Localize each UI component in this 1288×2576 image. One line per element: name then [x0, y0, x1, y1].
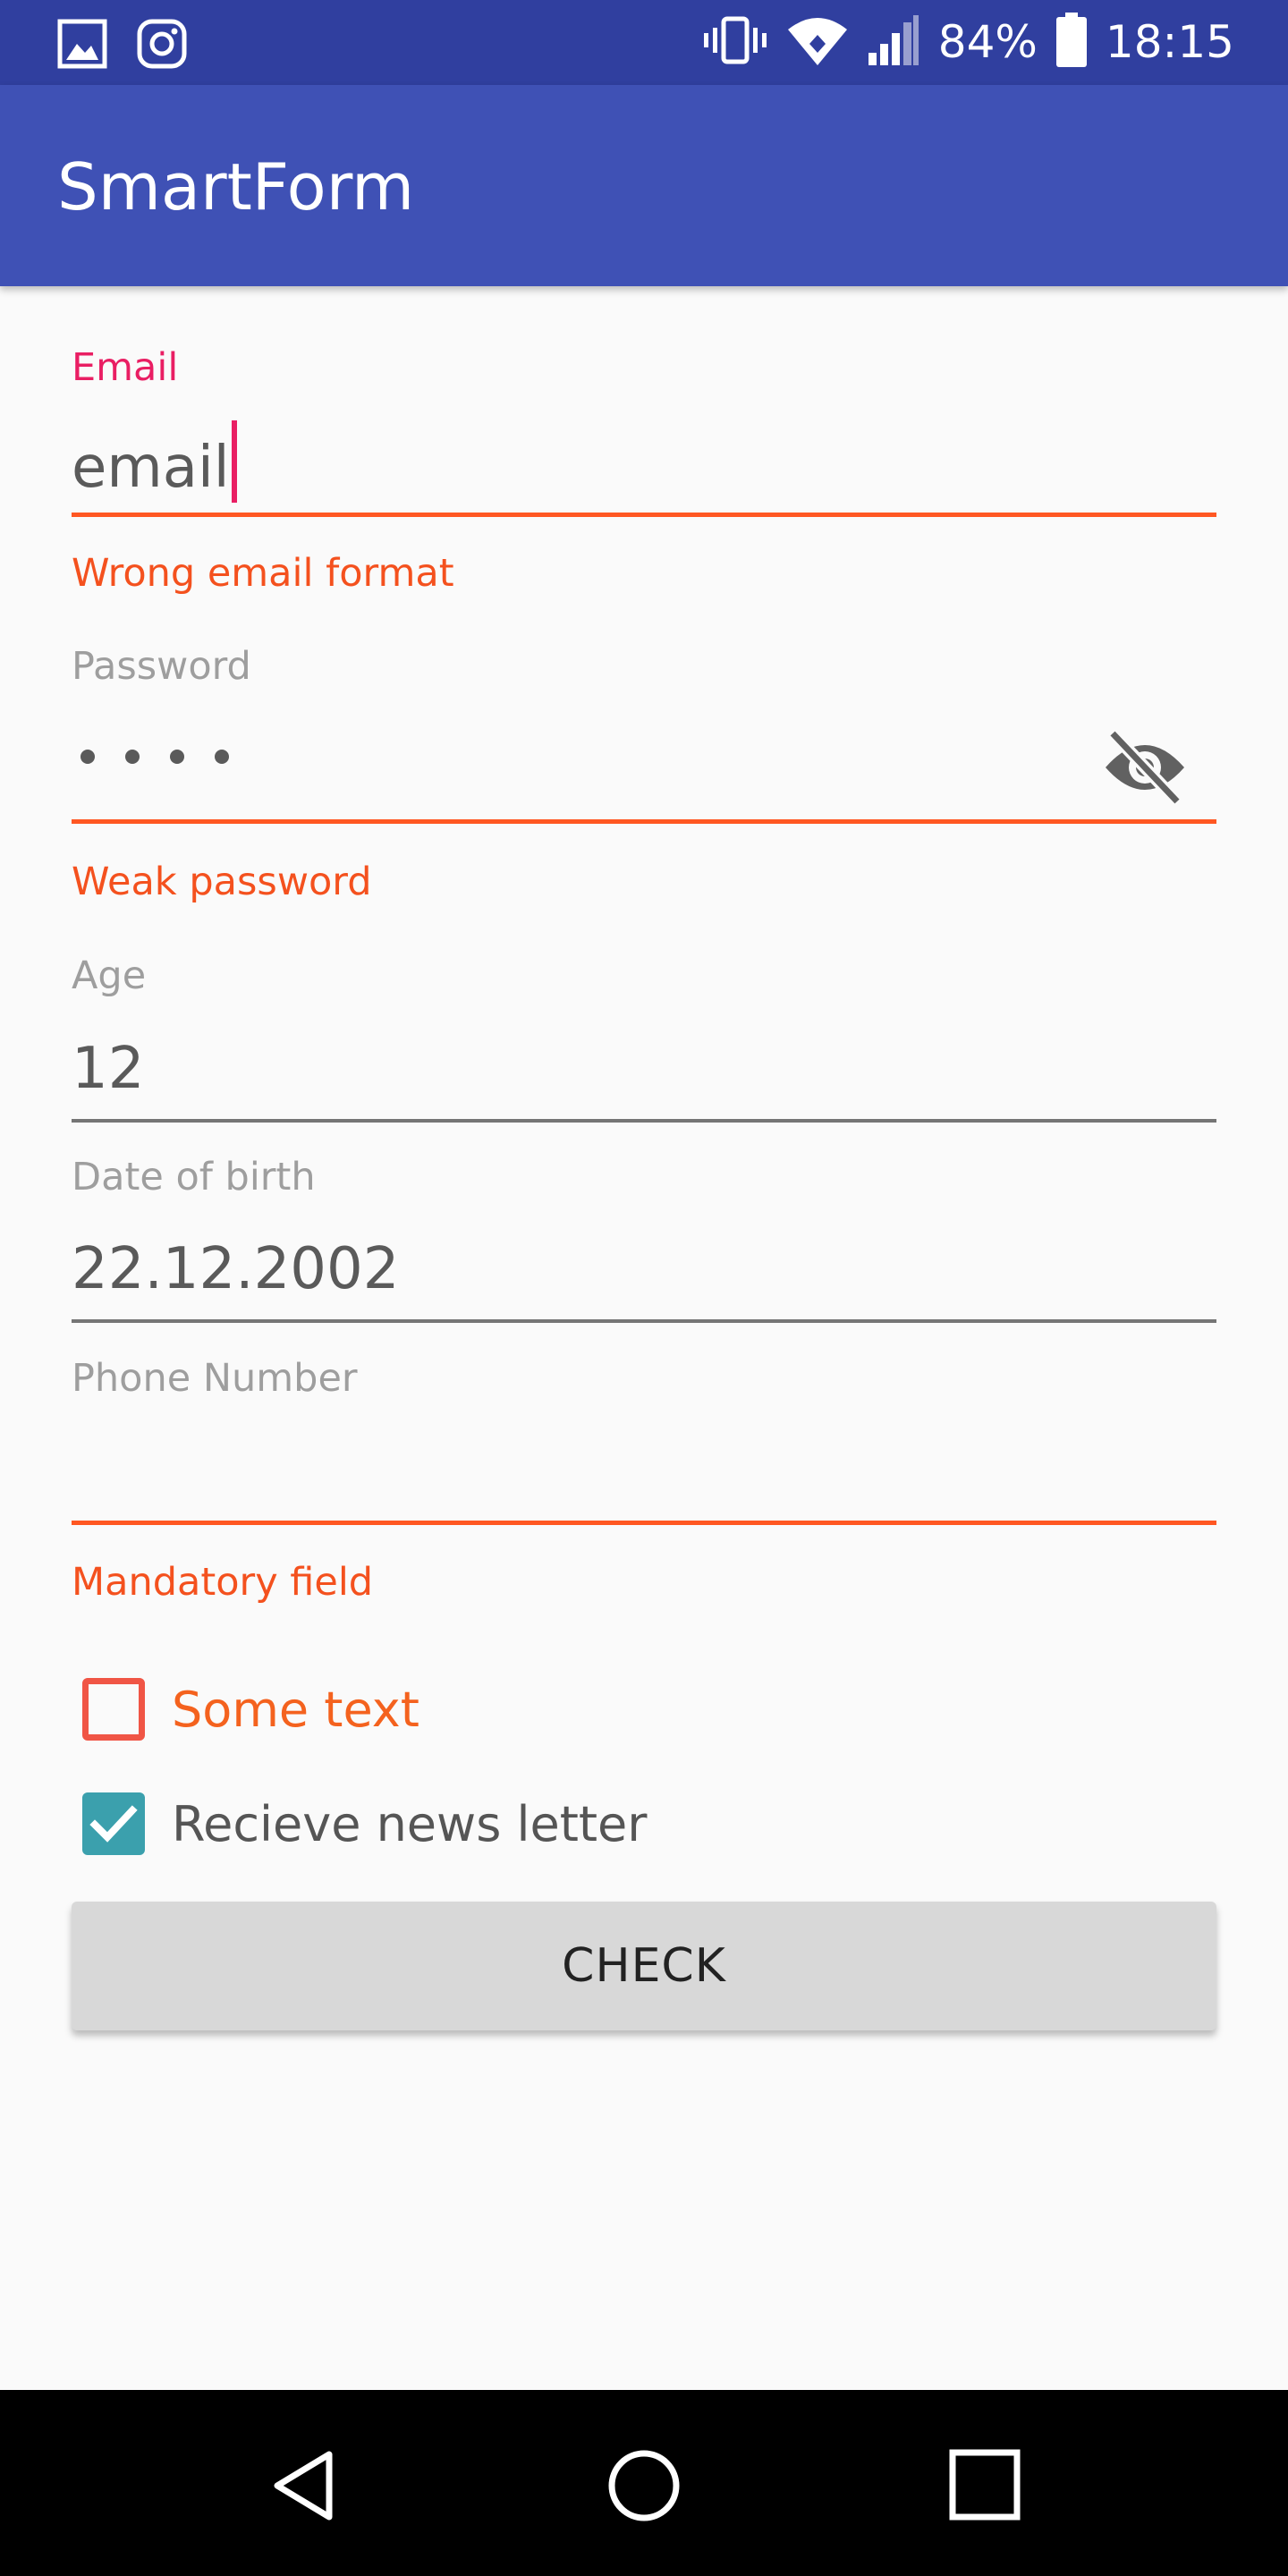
age-underline: [72, 1119, 1216, 1123]
email-label: Email: [72, 345, 179, 390]
password-dot: [215, 750, 229, 764]
age-field[interactable]: 12: [72, 1036, 144, 1102]
text-cursor: [231, 420, 237, 503]
password-underline: [72, 819, 1216, 824]
wifi-icon: [786, 13, 849, 71]
newsletter-checkbox[interactable]: [82, 1792, 145, 1855]
dob-field[interactable]: 22.12.2002: [72, 1236, 399, 1302]
password-dot: [125, 750, 140, 764]
some-text-label[interactable]: Some text: [172, 1682, 419, 1738]
signal-icon: [867, 13, 920, 71]
clock: 18:15: [1105, 16, 1234, 68]
visibility-off-icon[interactable]: [1100, 726, 1190, 807]
some-text-checkbox[interactable]: [82, 1678, 145, 1741]
password-dot: [80, 750, 95, 764]
checkmark-icon: [89, 1805, 138, 1843]
instagram-icon: [136, 18, 188, 73]
back-icon[interactable]: [256, 2436, 354, 2535]
password-error: Weak password: [72, 860, 372, 904]
phone-label: Phone Number: [72, 1356, 358, 1401]
email-field[interactable]: email: [72, 420, 237, 510]
password-label: Password: [72, 644, 251, 689]
gallery-icon: [57, 19, 107, 72]
password-dot: [170, 750, 184, 764]
dob-label: Date of birth: [72, 1155, 316, 1199]
newsletter-label[interactable]: Recieve news letter: [172, 1796, 647, 1852]
email-value: email: [72, 435, 230, 501]
phone-field[interactable]: [72, 1431, 1216, 1521]
vibrate-icon: [702, 13, 768, 71]
password-mask: [80, 750, 229, 764]
app-title: SmartForm: [57, 149, 415, 225]
battery-percent: 84%: [937, 16, 1038, 68]
dob-underline: [72, 1319, 1216, 1323]
phone-underline: [72, 1521, 1216, 1525]
check-button[interactable]: CHECK: [72, 1902, 1216, 2030]
status-bar: 84% 18:15: [0, 0, 1288, 85]
home-icon[interactable]: [595, 2436, 693, 2535]
app-bar: SmartForm: [0, 85, 1288, 286]
age-label: Age: [72, 953, 147, 998]
battery-icon: [1055, 13, 1088, 72]
email-error: Wrong email format: [72, 551, 454, 596]
phone-error: Mandatory field: [72, 1560, 374, 1605]
email-underline: [72, 513, 1216, 517]
navigation-bar: [0, 2390, 1288, 2576]
recents-icon[interactable]: [935, 2436, 1033, 2535]
